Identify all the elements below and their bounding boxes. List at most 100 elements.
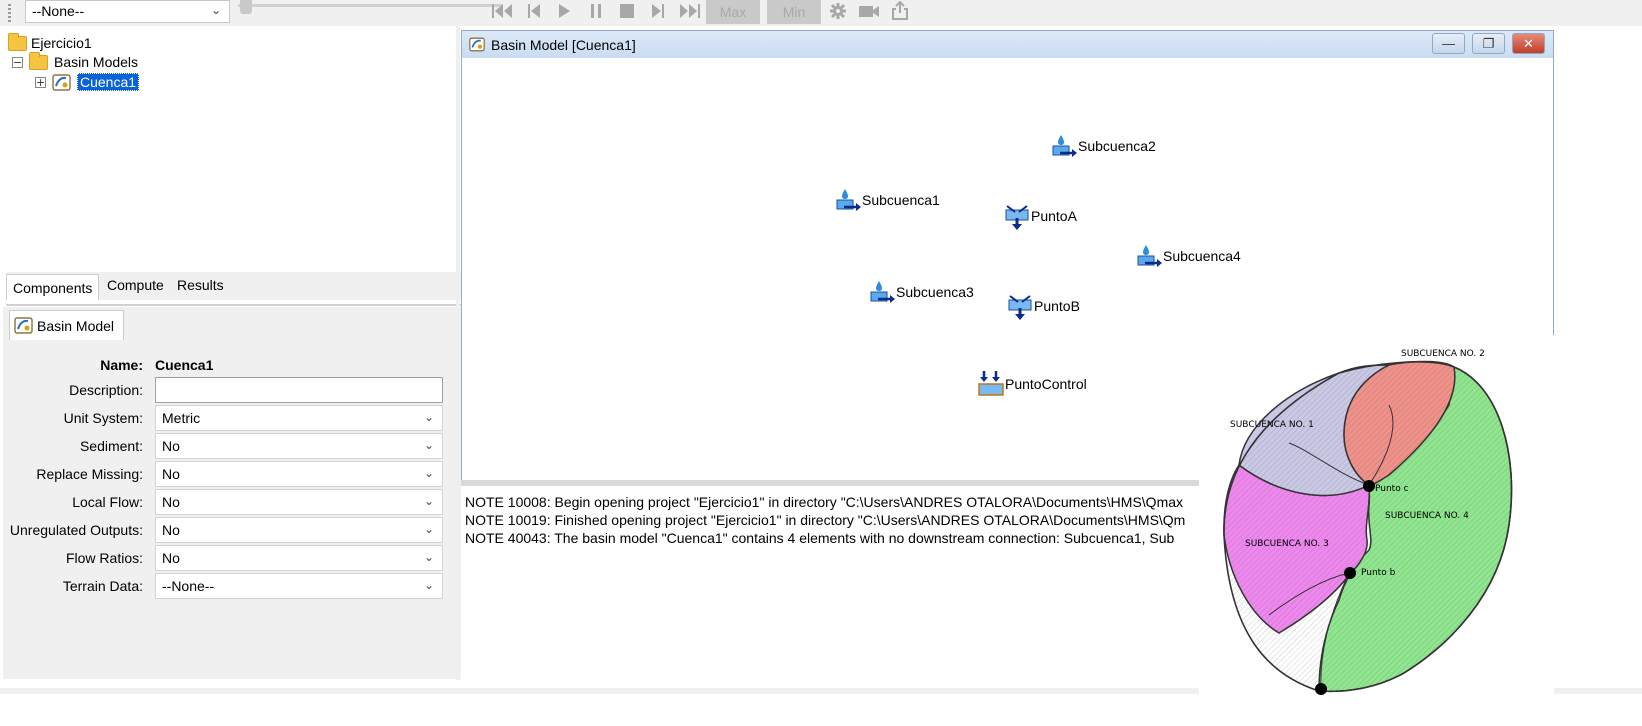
junction-icon: [1005, 205, 1029, 230]
local-flow-label: Local Flow:: [72, 494, 143, 510]
element-puntoa[interactable]: PuntoA: [1003, 202, 1077, 230]
label-subcuenca-3: SUBCUENCA NO. 3: [1245, 539, 1329, 549]
minimize-icon[interactable]: —: [1432, 33, 1465, 54]
tree-item-basin-models[interactable]: − Basin Models: [12, 51, 139, 72]
time-slider-track[interactable]: [238, 4, 502, 7]
main-splitter[interactable]: [456, 26, 460, 680]
tab-basin-model[interactable]: Basin Model: [9, 310, 124, 340]
tab-compute[interactable]: Compute: [101, 272, 170, 298]
pause-icon[interactable]: [585, 0, 607, 22]
label-punto-b: Punto b: [1361, 568, 1396, 578]
unit-system-select[interactable]: Metric ⌄: [155, 405, 443, 431]
subbasin-icon: [836, 189, 861, 211]
unit-system-label: Unit System:: [63, 410, 143, 426]
sediment-label: Sediment:: [79, 438, 143, 454]
terrain-data-value: --None--: [162, 578, 215, 594]
subbasin-icon: [1137, 245, 1162, 267]
basin-model-icon: [469, 37, 485, 52]
element-label: Subcuenca1: [862, 192, 940, 208]
unregulated-outputs-select[interactable]: No ⌄: [155, 517, 443, 543]
sediment-value: No: [162, 438, 180, 454]
log-line: NOTE 10019: Finished opening project "Ej…: [465, 512, 1186, 528]
time-slider-thumb[interactable]: [240, 0, 252, 14]
element-puntob[interactable]: PuntoB: [1006, 292, 1080, 320]
restore-icon[interactable]: ❐: [1472, 33, 1505, 54]
basin-window-titlebar[interactable]: Basin Model [Cuenca1] — ❐ ✕: [462, 31, 1553, 58]
punto-c-marker: [1363, 480, 1375, 492]
subbasin-icon: [870, 281, 895, 303]
camera-icon[interactable]: [857, 0, 881, 22]
junction-icon: [1008, 295, 1032, 320]
properties-form: Name: Cuenca1 Description: Unit System: …: [3, 340, 463, 679]
panel-divider[interactable]: [6, 304, 472, 306]
flow-ratios-value: No: [162, 550, 180, 566]
terrain-data-label: Terrain Data:: [62, 578, 143, 594]
gear-icon[interactable]: [827, 0, 849, 22]
element-label: PuntoControl: [1005, 376, 1087, 392]
element-subcuenca4[interactable]: Subcuenca4: [1135, 242, 1241, 270]
chevron-down-icon: ⌄: [423, 494, 434, 508]
folder-icon: [8, 32, 27, 51]
flow-ratios-label: Flow Ratios:: [65, 550, 143, 566]
export-icon[interactable]: [889, 0, 911, 22]
label-punto-c: Punto c: [1375, 484, 1409, 494]
element-subcuenca2[interactable]: Subcuenca2: [1050, 132, 1156, 160]
unregulated-outputs-value: No: [162, 522, 180, 538]
chevron-down-icon: ⌄: [423, 522, 434, 536]
tab-components[interactable]: Components: [6, 274, 100, 300]
element-label: Subcuenca4: [1163, 248, 1241, 264]
min-button[interactable]: Min: [767, 0, 821, 24]
sink-icon: [978, 371, 1004, 396]
log-line: NOTE 10008: Begin opening project "Ejerc…: [465, 494, 1184, 510]
sediment-select[interactable]: No ⌄: [155, 433, 443, 459]
message-log: NOTE 10008: Begin opening project "Ejerc…: [461, 486, 1201, 680]
tree-item-project[interactable]: Ejercicio1: [8, 32, 92, 53]
label-subcuenca-4: SUBCUENCA NO. 4: [1385, 511, 1469, 521]
element-label: PuntoB: [1034, 298, 1080, 314]
element-label: Subcuenca2: [1078, 138, 1156, 154]
watershed-map: SUBCUENCA NO. 1 SUBCUENCA NO. 2 SUBCUENC…: [1199, 335, 1554, 695]
tree-item-cuenca1[interactable]: + Cuenca1: [35, 72, 140, 92]
collapse-icon[interactable]: −: [12, 56, 23, 68]
play-icon[interactable]: [553, 0, 575, 22]
left-tabs: Components Compute Results: [6, 272, 472, 300]
label-subcuenca-2: SUBCUENCA NO. 2: [1401, 349, 1485, 359]
basin-model-tab-label: Basin Model: [37, 317, 115, 334]
terrain-data-select[interactable]: --None-- ⌄: [155, 573, 443, 599]
project-label: Ejercicio1: [31, 35, 92, 51]
watershed-explorer-tree: Ejercicio1 − Basin Models + Cuenca1: [8, 32, 475, 280]
folder-icon: [29, 51, 48, 70]
tab-results[interactable]: Results: [171, 272, 230, 298]
replace-missing-select[interactable]: No ⌄: [155, 461, 443, 487]
close-icon[interactable]: ✕: [1512, 33, 1545, 54]
stop-icon[interactable]: [616, 0, 638, 22]
chevron-down-icon: ⌄: [423, 438, 434, 452]
description-input[interactable]: [155, 377, 443, 403]
chevron-down-icon: ⌄: [423, 410, 434, 424]
flow-ratios-select[interactable]: No ⌄: [155, 545, 443, 571]
chevron-down-icon: ⌄: [423, 578, 434, 592]
basin-window-title: Basin Model [Cuenca1]: [491, 36, 636, 53]
element-subcuenca3[interactable]: Subcuenca3: [868, 278, 974, 306]
skip-forward-icon[interactable]: [677, 0, 703, 22]
component-editor: Basin Model Name: Cuenca1 Description: U…: [3, 307, 471, 679]
label-subcuenca-1: SUBCUENCA NO. 1: [1230, 420, 1314, 430]
skip-back-icon[interactable]: [489, 0, 515, 22]
toolbar-grip[interactable]: [8, 4, 11, 24]
replace-missing-label: Replace Missing:: [36, 466, 143, 482]
max-button[interactable]: Max: [706, 0, 760, 24]
chevron-down-icon: ⌄: [423, 550, 434, 564]
log-line: NOTE 40043: The basin model "Cuenca1" co…: [465, 530, 1175, 546]
expand-icon[interactable]: +: [35, 76, 46, 88]
punto-b-marker: [1344, 567, 1356, 579]
local-flow-select[interactable]: No ⌄: [155, 489, 443, 515]
run-selector[interactable]: --None-- ⌄: [25, 0, 230, 23]
step-back-icon[interactable]: [523, 0, 545, 22]
cuenca1-label: Cuenca1: [77, 73, 140, 91]
local-flow-value: No: [162, 494, 180, 510]
basin-models-label: Basin Models: [54, 54, 139, 70]
element-subcuenca1[interactable]: Subcuenca1: [834, 186, 940, 214]
step-forward-icon[interactable]: [647, 0, 669, 22]
run-selector-value: --None--: [32, 3, 85, 19]
element-puntocontrol[interactable]: PuntoControl: [977, 370, 1087, 398]
